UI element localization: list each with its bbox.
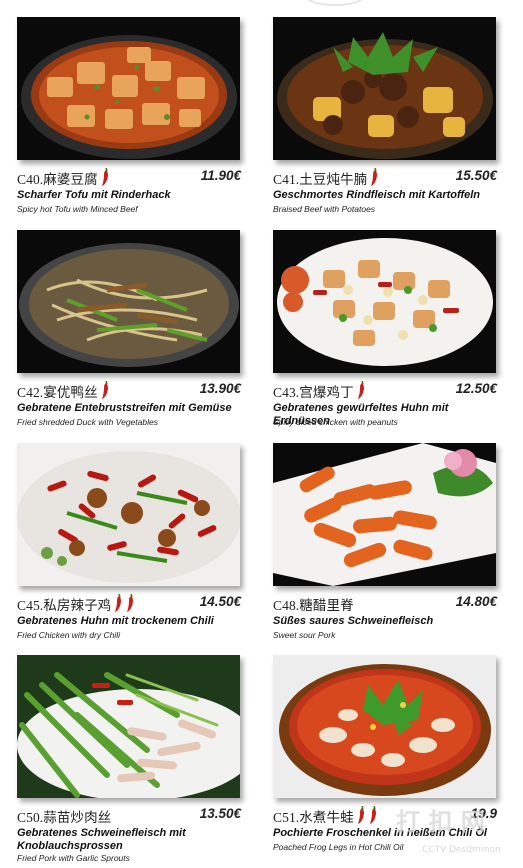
dish-name-english: Braised Beef with Potatoes xyxy=(273,204,376,214)
frog-legs-chili-oil-photo xyxy=(273,655,496,798)
mapo-tofu-photo xyxy=(17,17,240,160)
dish-price: 12.50€ xyxy=(455,381,497,396)
dish-name-english: Fried shredded Duck with Vegetables xyxy=(17,417,158,427)
dish-name-english: Sweet sour Pork xyxy=(273,630,336,640)
chili-pepper-icon xyxy=(101,168,108,186)
dish-name-english: Fried Chicken with dry Chili xyxy=(17,630,120,640)
chili-pepper-icon xyxy=(357,381,364,399)
dish-price: 14.80€ xyxy=(455,594,497,609)
dish-price: 19.9 xyxy=(470,806,497,821)
pork-garlic-sprouts-photo xyxy=(17,655,240,798)
dish-name-english: Spicy diced chicken with peanuts xyxy=(273,417,398,427)
dish-code: C50.蒜苗炒肉丝 xyxy=(17,810,112,825)
dish-name-german: Gebratene Entebruststreifen mit Gemüse xyxy=(17,402,232,414)
dish-name-german: Gebratenes Schweinefleisch mit Knoblauch… xyxy=(17,827,186,852)
dish-code: C45.私房辣子鸡 xyxy=(17,594,135,614)
dish-name-english: Fried Pork with Garlic Sprouts xyxy=(17,853,130,863)
sweet-sour-pork-photo xyxy=(273,443,496,586)
shredded-duck-photo xyxy=(17,230,240,373)
dish-name-german: Süßes saures Schweinefleisch xyxy=(273,615,434,627)
dish-name-german: Gebratenes Huhn mit trockenem Chili xyxy=(17,615,214,627)
dish-name-german: Geschmortes Rindfleisch mit Kartoffeln xyxy=(273,189,481,201)
dish-price: 14.50€ xyxy=(199,594,241,609)
dish-price: 11.90€ xyxy=(200,168,241,183)
beef-potato-stew-photo xyxy=(273,17,496,160)
chili-pepper-icon xyxy=(369,806,376,824)
dish-code: C51.水煮牛蛙 xyxy=(273,806,378,826)
chili-pepper-icon xyxy=(115,594,122,612)
dish-name-german: Scharfer Tofu mit Rinderhack xyxy=(17,189,171,201)
dish-price: 13.50€ xyxy=(199,806,241,821)
chili-pepper-icon xyxy=(371,168,378,186)
top-decoration-arc xyxy=(305,0,365,6)
dish-code: C41.土豆炖牛腩 xyxy=(273,168,379,188)
dish-code: C48.糖醋里脊 xyxy=(273,598,354,613)
chili-pepper-icon xyxy=(101,381,108,399)
dish-price: 13.90€ xyxy=(199,381,241,396)
dish-name-german: Pochierte Froschenkel in heißem Chili Öl xyxy=(273,827,487,839)
chili-pepper-icon xyxy=(357,806,364,824)
dish-name-english: Spicy hot Tofu with Minced Beef xyxy=(17,204,138,214)
dish-price: 15.50€ xyxy=(455,168,497,183)
dish-code: C40.麻婆豆腐 xyxy=(17,168,110,188)
dry-chili-chicken-photo xyxy=(17,443,240,586)
chili-pepper-icon xyxy=(127,594,134,612)
dish-code: C42.宴优鸭丝 xyxy=(17,381,110,401)
dish-name-english: Poached Frog Legs in Hot Chili Oil xyxy=(273,842,404,852)
kung-pao-chicken-photo xyxy=(273,230,496,373)
dish-code: C43.宫爆鸡丁 xyxy=(273,381,366,401)
